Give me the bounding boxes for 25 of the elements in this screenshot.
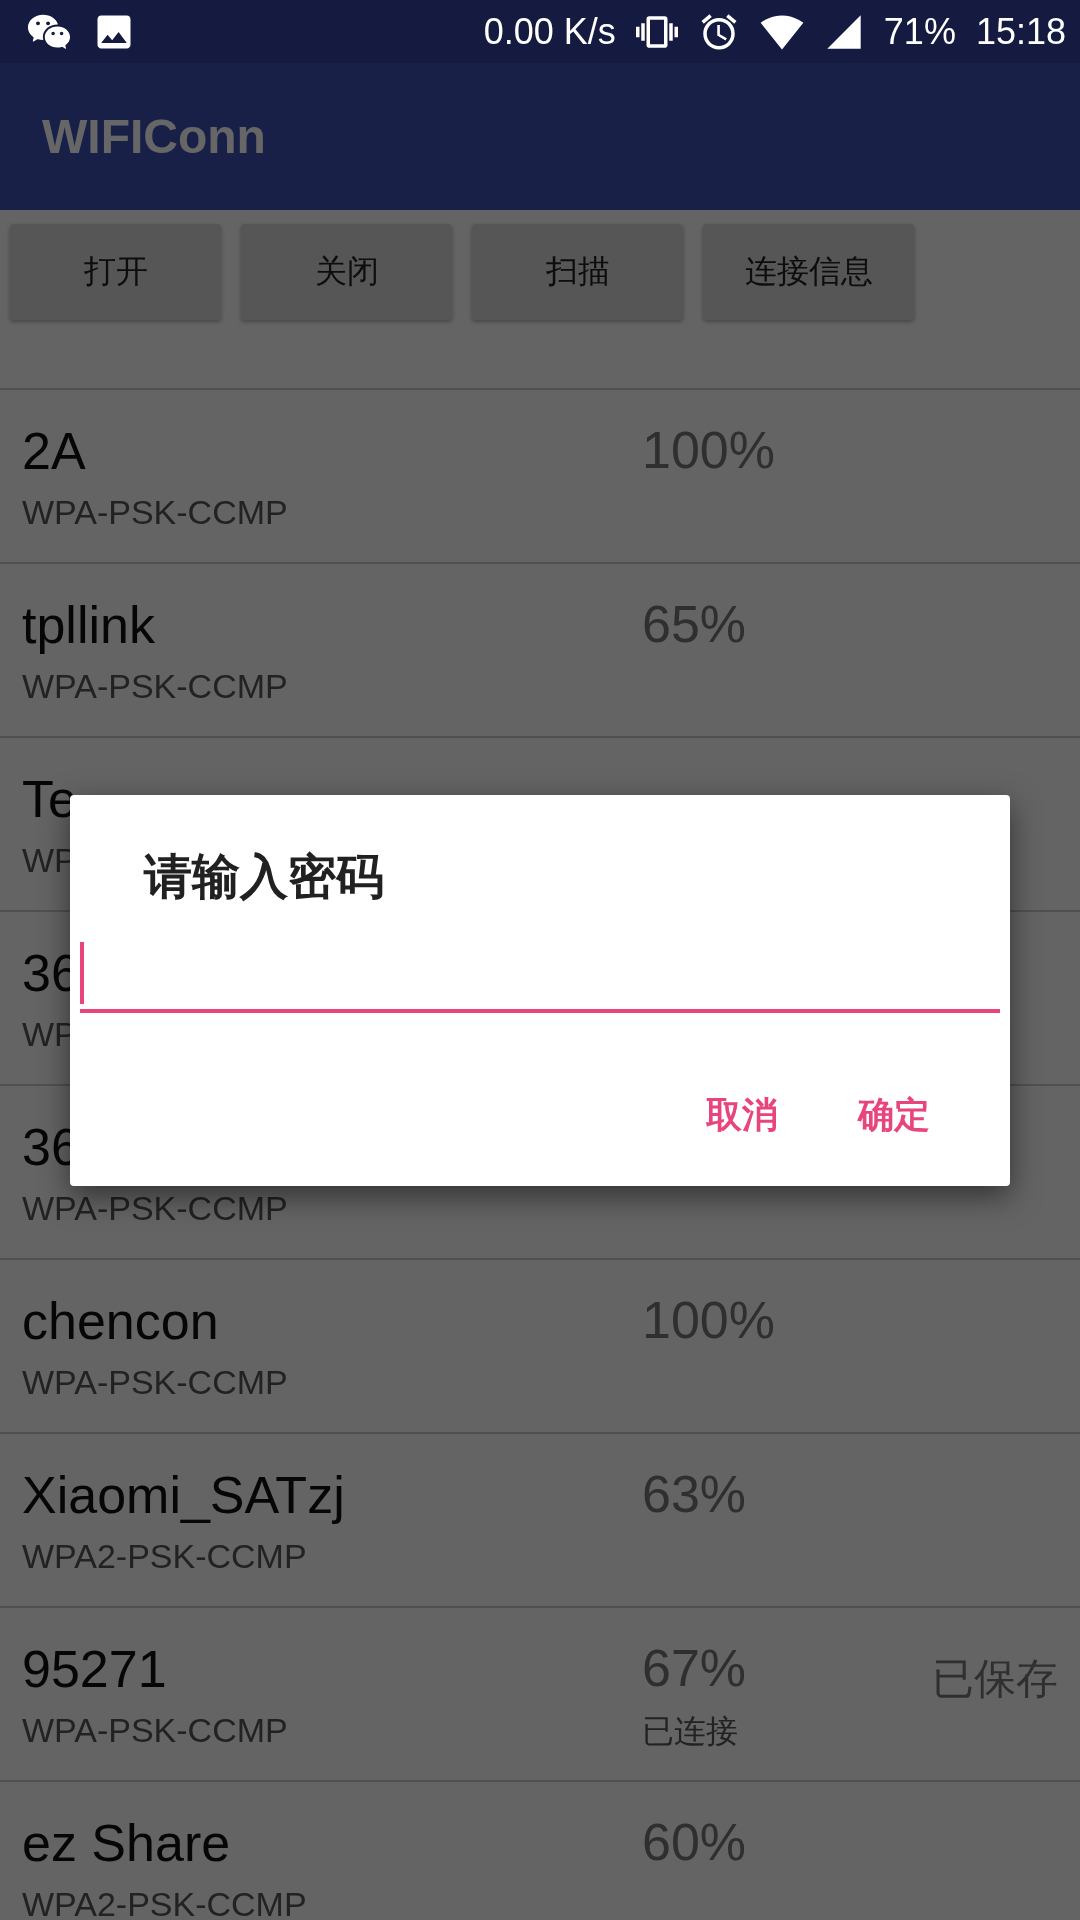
security-type: WPA-PSK-CCMP <box>22 1710 288 1750</box>
net-speed: 0.00 K/s <box>483 10 616 53</box>
network-name: ez Share <box>22 1812 231 1874</box>
clock-time: 15:18 <box>975 10 1066 53</box>
security-type: WPA-PSK-CCMP <box>22 666 288 706</box>
network-name: Xiaomi_SATzj <box>22 1464 345 1526</box>
action-button[interactable]: 扫描 <box>472 224 683 320</box>
battery-percent: 71% <box>883 10 956 53</box>
network-name: tpllink <box>22 594 155 656</box>
app-title: WIFIConn <box>42 109 266 164</box>
dialog-button[interactable]: 取消 <box>706 1091 778 1140</box>
network-name: chencon <box>22 1290 219 1352</box>
security-type: WPA-PSK-CCMP <box>22 492 288 532</box>
connection-status: 已连接 <box>642 1711 738 1750</box>
security-type: WPA-PSK-CCMP <box>22 1362 288 1402</box>
network-name: 95271 <box>22 1638 167 1700</box>
dialog-title: 请输入密码 <box>144 847 384 906</box>
security-type: WPA2-PSK-CCMP <box>22 1884 307 1920</box>
dialog-button[interactable]: 确定 <box>858 1091 930 1140</box>
action-button[interactable]: 连接信息 <box>703 224 914 320</box>
action-button[interactable]: 关闭 <box>241 224 452 320</box>
action-button[interactable]: 打开 <box>10 224 221 320</box>
network-name: 2A <box>22 420 86 482</box>
security-type: WPA-PSK-CCMP <box>22 1188 288 1228</box>
security-type: WPA2-PSK-CCMP <box>22 1536 307 1576</box>
